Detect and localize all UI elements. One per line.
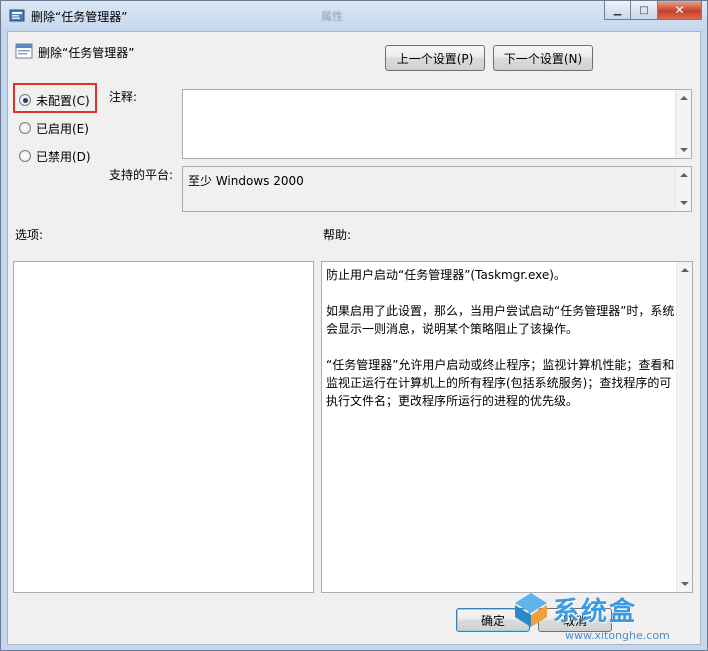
help-scrollbar[interactable]: [676, 262, 692, 592]
watermark-url: www.xitonghe.com: [565, 629, 670, 642]
site-watermark: 系统盒 www.xitonghe.com: [513, 585, 703, 649]
policy-dialog-window: 删除“任务管理器” 属性 ▁ □ ✕ 删除“任务管理器” 上一个设置(P) 下一…: [0, 0, 708, 651]
help-paragraph: 如果启用了此设置，那么，当用户尝试启动“任务管理器”时，系统会显示一则消息，说明…: [326, 304, 675, 336]
window-controls: ▁ □ ✕: [604, 1, 702, 20]
radio-button-icon[interactable]: [19, 94, 31, 106]
next-setting-button[interactable]: 下一个设置(N): [493, 45, 593, 71]
platform-scrollbar[interactable]: [675, 167, 691, 211]
radio-enabled[interactable]: 已启用(E): [19, 119, 89, 137]
radio-label: 已启用(E): [36, 121, 89, 136]
comment-scrollbar[interactable]: [675, 90, 691, 158]
scroll-up-icon[interactable]: [681, 268, 689, 272]
help-paragraph: “任务管理器”允许用户启动或终止程序；监视计算机性能；查看和监视正运行在计算机上…: [326, 358, 675, 408]
scroll-up-icon[interactable]: [680, 96, 688, 100]
minimize-icon[interactable]: ▁: [604, 1, 631, 20]
radio-label: 未配置(C): [36, 93, 90, 108]
radio-not-configured[interactable]: 未配置(C): [19, 91, 90, 109]
window-title: 删除“任务管理器”: [31, 10, 128, 24]
watermark-logo-icon: [515, 593, 547, 627]
options-label: 选项:: [15, 228, 44, 242]
help-text: 防止用户启动“任务管理器”(Taskmgr.exe)。 如果启用了此设置，那么，…: [326, 266, 676, 428]
scroll-up-icon[interactable]: [680, 173, 688, 177]
platform-label: 支持的平台:: [109, 168, 174, 182]
platform-value: 至少 Windows 2000: [188, 174, 304, 188]
previous-setting-button[interactable]: 上一个设置(P): [385, 45, 485, 71]
window-title-ghost: 属性: [321, 10, 343, 23]
policy-editor-icon: [9, 9, 25, 22]
radio-button-icon[interactable]: [19, 122, 31, 134]
dialog-client-area: 删除“任务管理器” 上一个设置(P) 下一个设置(N) 未配置(C) 已启用(E…: [7, 31, 701, 645]
setting-title: 删除“任务管理器”: [38, 46, 135, 60]
radio-button-icon[interactable]: [19, 150, 31, 162]
scroll-down-icon[interactable]: [680, 148, 688, 152]
radio-disabled[interactable]: 已禁用(D): [19, 147, 91, 165]
maximize-icon[interactable]: □: [631, 1, 658, 20]
watermark-name: 系统盒: [553, 597, 638, 627]
help-label: 帮助:: [323, 228, 352, 242]
platform-textbox: 至少 Windows 2000: [182, 166, 692, 212]
radio-label: 已禁用(D): [36, 149, 91, 164]
scroll-down-icon[interactable]: [680, 201, 688, 205]
title-bar[interactable]: 删除“任务管理器” 属性 ▁ □ ✕: [1, 1, 707, 31]
comment-label: 注释:: [109, 90, 138, 104]
options-panel: [13, 261, 314, 593]
help-panel: 防止用户启动“任务管理器”(Taskmgr.exe)。 如果启用了此设置，那么，…: [321, 261, 693, 593]
help-paragraph: 防止用户启动“任务管理器”(Taskmgr.exe)。: [326, 268, 566, 282]
policy-setting-icon: [15, 43, 33, 59]
close-icon[interactable]: ✕: [658, 1, 702, 20]
comment-textbox[interactable]: [182, 89, 692, 159]
